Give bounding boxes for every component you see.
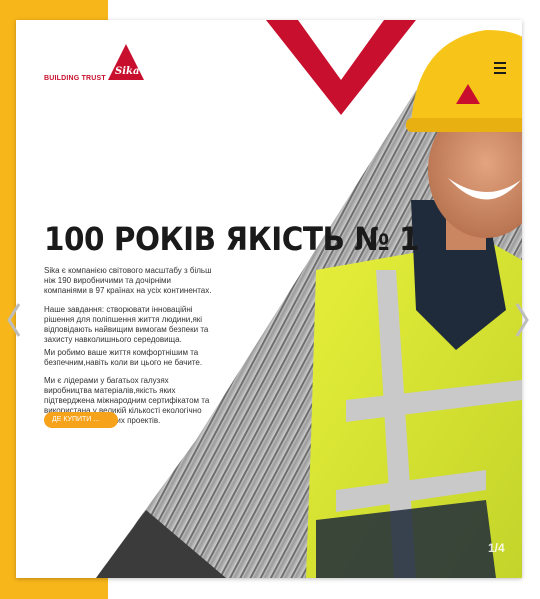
hero-paragraph-1: Sika є компанією світового масштабу з бі… <box>44 266 212 295</box>
slide-counter: 1/4 <box>488 541 505 555</box>
hero-paragraph-3: Ми робимо ваше життя комфортнішим та без… <box>44 348 203 367</box>
hero-paragraph-2: Наше завдання: створювати інноваційні рі… <box>44 305 209 344</box>
sika-logo[interactable]: Sika BUILDING TRUST <box>44 42 154 88</box>
hero-headline: 100 РОКІВ ЯКІСТЬ № 1 <box>44 220 420 258</box>
where-to-buy-button[interactable]: ДЕ КУПИТИ ... <box>44 412 118 428</box>
red-chevron-decoration <box>266 20 416 115</box>
hero-slide-card: Sika BUILDING TRUST 100 РОКІВ ЯКІСТЬ № 1… <box>16 20 522 578</box>
chevron-right-icon[interactable] <box>514 300 530 340</box>
chevron-left-icon[interactable] <box>6 300 22 340</box>
logo-wordmark: Sika <box>115 66 139 77</box>
hamburger-menu-icon[interactable] <box>494 62 506 74</box>
brand-tagline: BUILDING TRUST <box>44 75 106 82</box>
